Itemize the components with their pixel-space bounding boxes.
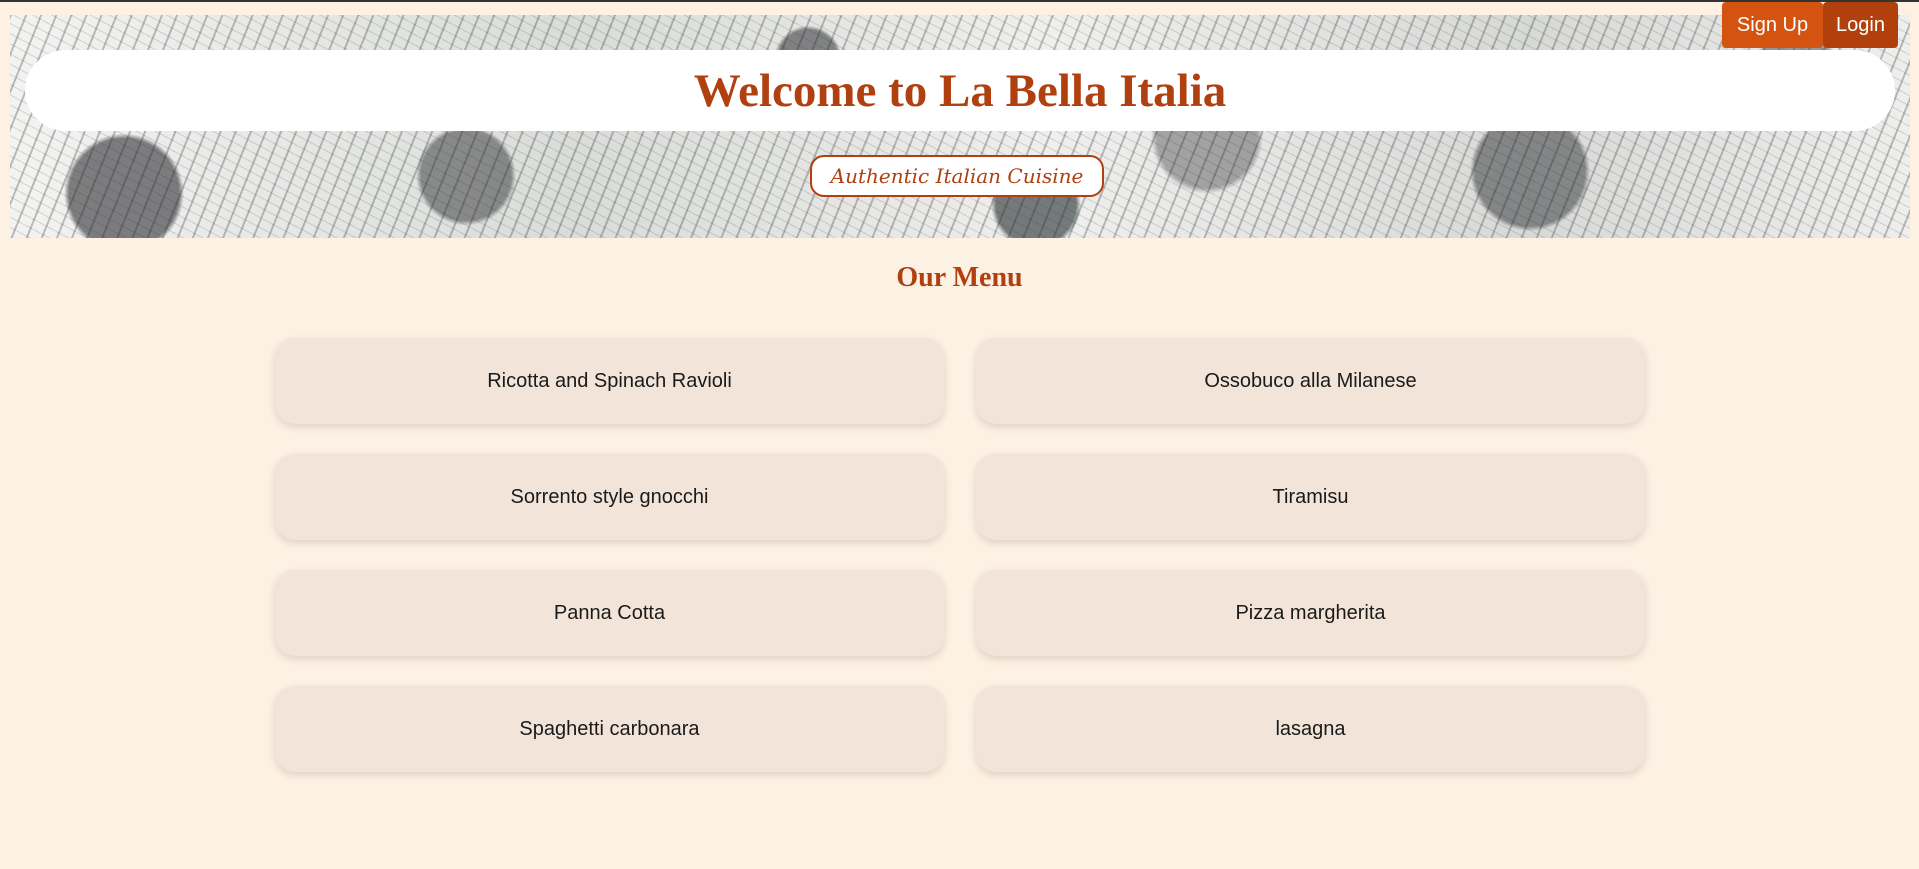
menu-item-card[interactable]: Pizza margherita bbox=[976, 570, 1645, 656]
sign-up-button[interactable]: Sign Up bbox=[1722, 2, 1823, 48]
menu-grid: Ricotta and Spinach Ravioli Ossobuco all… bbox=[275, 338, 1645, 772]
top-rule bbox=[0, 0, 1919, 2]
menu-item-card[interactable]: Ossobuco alla Milanese bbox=[976, 338, 1645, 424]
login-button[interactable]: Login bbox=[1823, 2, 1898, 48]
menu-item-card[interactable]: Spaghetti carbonara bbox=[275, 686, 944, 772]
menu-item-card[interactable]: Tiramisu bbox=[976, 454, 1645, 540]
menu-item-card[interactable]: Sorrento style gnocchi bbox=[275, 454, 944, 540]
page-title: Welcome to La Bella Italia bbox=[693, 64, 1227, 117]
menu-item-card[interactable]: Ricotta and Spinach Ravioli bbox=[275, 338, 944, 424]
menu-item-card[interactable]: lasagna bbox=[976, 686, 1645, 772]
menu-item-card[interactable]: Panna Cotta bbox=[275, 570, 944, 656]
tagline-badge: Authentic Italian Cuisine bbox=[810, 155, 1104, 197]
title-band: Welcome to La Bella Italia bbox=[25, 50, 1895, 131]
menu-heading: Our Menu bbox=[896, 262, 1023, 293]
hero-banner: Welcome to La Bella Italia Authentic Ita… bbox=[10, 15, 1910, 238]
